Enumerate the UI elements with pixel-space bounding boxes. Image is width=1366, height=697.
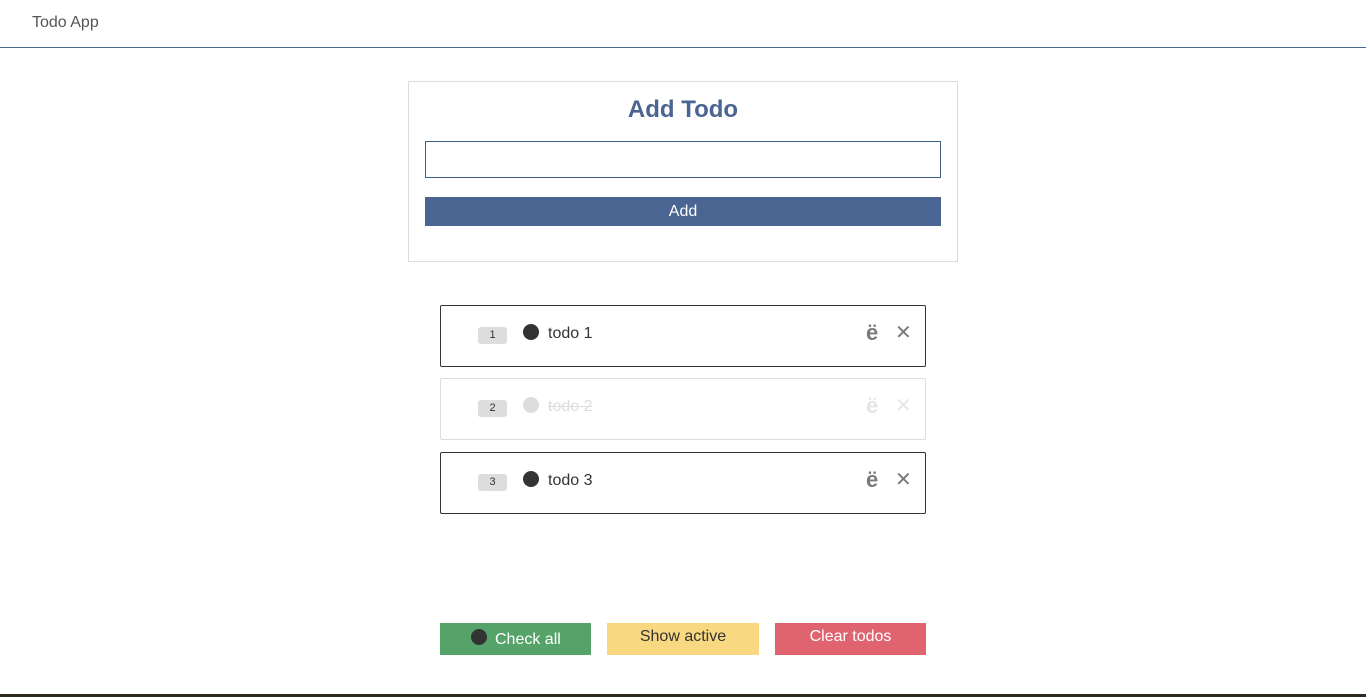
todo-item: 2 todo 2 ë ✕ [440,378,926,440]
show-active-label: Show active [639,628,727,645]
app-brand[interactable]: Todo App [32,14,99,32]
add-todo-title: Add Todo [627,96,739,123]
toggle-complete-icon[interactable] [523,324,539,340]
show-active-button[interactable]: Show active [607,623,759,655]
toggle-complete-icon[interactable] [523,397,539,413]
check-all-button[interactable]: Check all [440,623,591,655]
edit-icon[interactable]: ë [866,321,878,345]
clear-todos-button[interactable]: Clear todos [775,623,926,655]
check-all-icon [471,629,487,645]
todo-item: 1 todo 1 ë ✕ [440,305,926,367]
add-todo-card: Add Todo Add [408,81,958,262]
add-button[interactable]: Add [425,197,941,226]
delete-icon[interactable]: ✕ [895,322,912,344]
delete-icon[interactable]: ✕ [895,469,912,491]
todo-item: 3 todo 3 ë ✕ [440,452,926,514]
navbar: Todo App [0,0,1366,48]
delete-icon[interactable]: ✕ [895,395,912,417]
todo-text: todo 3 [548,472,593,489]
edit-icon[interactable]: ë [866,394,878,418]
todo-text: todo 1 [548,325,593,342]
todo-input[interactable] [425,141,941,178]
toggle-complete-icon[interactable] [523,471,539,487]
todo-text: todo 2 [548,398,593,415]
edit-icon[interactable]: ë [866,468,878,492]
check-all-label: Check all [495,631,561,648]
todo-index-badge: 1 [478,327,507,344]
todo-index-badge: 3 [478,474,507,491]
clear-todos-label: Clear todos [809,628,892,645]
todo-index-badge: 2 [478,400,507,417]
